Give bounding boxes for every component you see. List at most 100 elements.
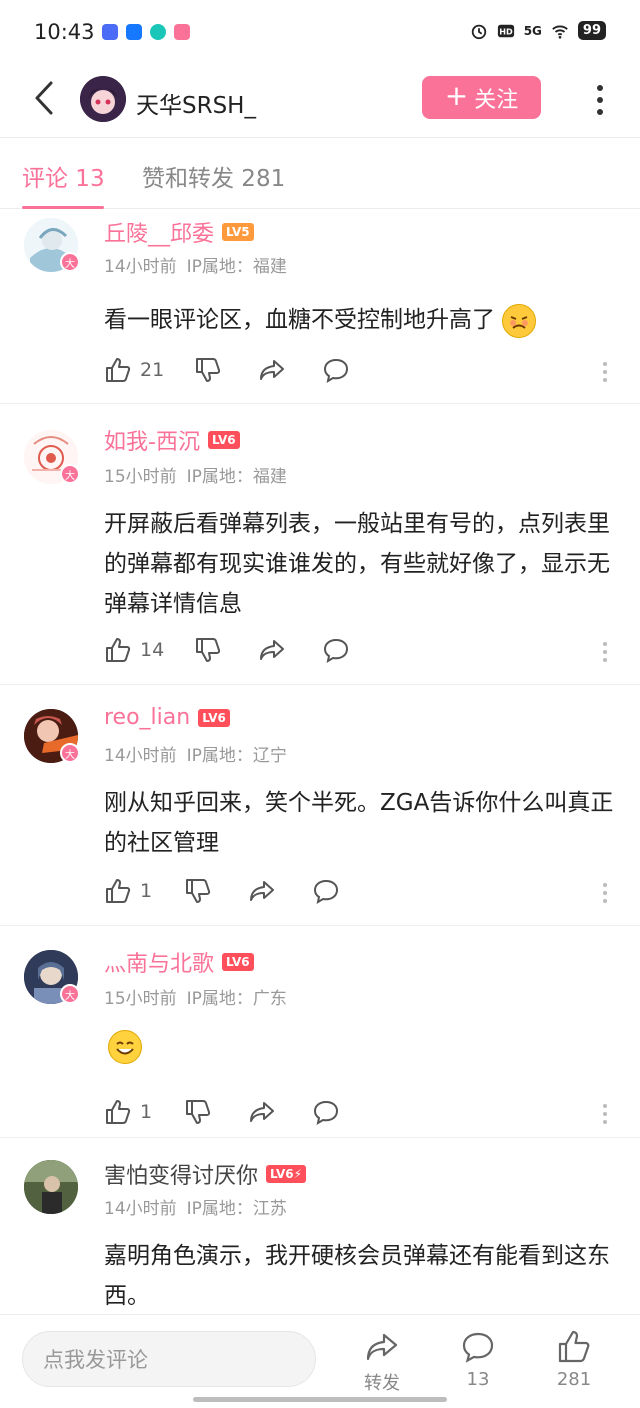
like-button[interactable]: 14 [104, 636, 194, 664]
comment-ip: IP属地：辽宁 [186, 746, 287, 766]
comment-ip: IP属地：福建 [186, 467, 287, 487]
username[interactable]: reo_lian LV6 [104, 705, 230, 730]
comment-input[interactable]: 点我发评论 [22, 1331, 316, 1387]
comment-more-button[interactable] [600, 358, 610, 386]
username[interactable]: 害怕变得讨厌你 LV6⚡ [104, 1158, 307, 1190]
comment-actions: 1 [104, 1098, 352, 1126]
comment-item: 大 灬南与北歌 LV6 15小时前 IP属地：广东 1 [0, 926, 640, 1138]
username[interactable]: 如我-西沉 LV6 [104, 424, 240, 456]
dislike-button[interactable] [184, 1098, 248, 1126]
comment-time: 15小时前 [104, 467, 177, 487]
like-button[interactable]: 1 [104, 1098, 184, 1126]
dislike-button[interactable] [184, 877, 248, 905]
share-button[interactable] [248, 1098, 312, 1126]
vip-badge: 大 [60, 743, 80, 763]
hd-icon: HD [497, 24, 514, 37]
comment-text: 嘉明角色演示，我开硬核会员弹幕还有能看到这东西。 [104, 1243, 610, 1309]
username-text: 灬南与北歌 [104, 952, 215, 977]
tab-likes-reposts[interactable]: 赞和转发 281 [142, 159, 285, 193]
comment-ip: IP属地：福建 [186, 257, 287, 277]
vip-badge: 大 [60, 984, 80, 1004]
comment-meta: 15小时前 IP属地：福建 [104, 462, 297, 487]
comment-more-button[interactable] [600, 1100, 610, 1128]
share-button[interactable] [248, 877, 312, 905]
follow-button[interactable]: + 关注 [422, 76, 541, 119]
svg-text:HD: HD [499, 26, 513, 36]
comment-item: 害怕变得讨厌你 LV6⚡ 14小时前 IP属地：江苏 嘉明角色演示，我开硬核会员弹… [0, 1138, 640, 1314]
active-tab-indicator [22, 206, 104, 209]
reply-button[interactable] [312, 1098, 352, 1126]
share-icon [250, 1102, 274, 1122]
chevron-left-icon [35, 81, 53, 115]
wifi-icon [552, 25, 568, 39]
angry-face-emoji-icon [502, 303, 537, 338]
tab-bar: 评论 13 赞和转发 281 [0, 139, 640, 209]
reply-button[interactable] [312, 877, 352, 905]
plus-icon: + [444, 79, 469, 112]
comment-bubble-icon [313, 1100, 339, 1126]
like-count: 1 [140, 880, 153, 902]
comment-time: 14小时前 [104, 1199, 177, 1219]
comment-meta: 14小时前 IP属地：福建 [104, 252, 297, 277]
vip-badge: 大 [60, 252, 80, 272]
app-notification-icon [102, 24, 118, 40]
comment-bubble-icon [323, 358, 349, 384]
follow-label: 关注 [474, 87, 519, 113]
like-count: 281 [556, 1369, 592, 1390]
comment-more-button[interactable] [600, 879, 610, 907]
author-name[interactable]: 天华SRSH_ [136, 86, 256, 120]
reply-button[interactable] [322, 636, 362, 664]
like-post-button[interactable]: 281 [544, 1329, 604, 1390]
alarm-icon [471, 24, 486, 39]
share-icon [250, 881, 274, 901]
header: 天华SRSH_ + 关注 [0, 66, 640, 138]
thumbs-down-icon [186, 879, 211, 903]
comment-text-content: 看一眼评论区，血糖不受控制地升高了 [104, 307, 495, 333]
author-avatar[interactable] [80, 76, 126, 122]
like-count: 21 [140, 359, 165, 381]
comment-item: 大 丘陵__邱委 LV5 14小时前 IP属地：福建 看一眼评论区，血糖不受控制地… [0, 210, 640, 404]
comment-text: 刚从知乎回来，笑个半死。ZGA告诉你什么叫真正的社区管理 [104, 790, 614, 856]
comment-meta: 15小时前 IP属地：广东 [104, 984, 297, 1009]
username-text: 如我-西沉 [104, 430, 200, 455]
username-text: 害怕变得讨厌你 [104, 1164, 259, 1189]
status-bar: 10:43 HD 5G 99 [0, 0, 640, 66]
like-button[interactable]: 1 [104, 877, 184, 905]
share-button[interactable] [258, 636, 322, 664]
reply-button[interactable] [322, 356, 362, 384]
like-button[interactable]: 21 [104, 356, 194, 384]
comment-ip: IP属地：广东 [186, 989, 287, 1009]
vip-badge: 大 [60, 464, 80, 484]
thumbs-up-icon [106, 638, 131, 662]
comment-text: 开屏蔽后看弹幕列表，一般站里有号的，点列表里的弹幕都有现实谁谁发的，有些就好像了… [104, 511, 610, 617]
bottom-action-bar: 点我发评论 转发 13 281 [0, 1314, 640, 1408]
comment-time: 15小时前 [104, 989, 177, 1009]
comment-list[interactable]: 大 丘陵__邱委 LV5 14小时前 IP属地：福建 看一眼评论区，血糖不受控制地… [0, 210, 640, 1314]
thumbs-up-icon [106, 879, 131, 903]
status-time: 10:43 [34, 20, 95, 44]
thumbs-down-icon [186, 1100, 211, 1124]
thumbs-up-icon [558, 1330, 590, 1363]
dislike-button[interactable] [194, 356, 258, 384]
comment-text: 看一眼评论区，血糖不受控制地升高了 [104, 300, 620, 340]
comment-meta: 14小时前 IP属地：江苏 [104, 1194, 297, 1219]
more-options-button[interactable] [590, 80, 610, 120]
share-icon [260, 640, 284, 660]
comment-meta: 14小时前 IP属地：辽宁 [104, 741, 297, 766]
comment-actions: 14 [104, 636, 362, 664]
tab-comments[interactable]: 评论 13 [22, 159, 105, 193]
back-button[interactable] [24, 78, 64, 118]
share-button[interactable] [258, 356, 322, 384]
comment-time: 14小时前 [104, 257, 177, 277]
username[interactable]: 丘陵__邱委 LV5 [104, 216, 254, 248]
comments-button[interactable]: 13 [448, 1329, 508, 1390]
username[interactable]: 灬南与北歌 LV6 [104, 946, 254, 978]
repost-button[interactable]: 转发 [352, 1329, 412, 1395]
comment-ip: IP属地：江苏 [186, 1199, 287, 1219]
dislike-button[interactable] [194, 636, 258, 664]
thumbs-up-icon [106, 358, 131, 382]
avatar[interactable] [24, 1160, 78, 1214]
comment-more-button[interactable] [600, 638, 610, 666]
level-badge: LV5 [222, 223, 254, 241]
level-badge: LV6 [222, 953, 254, 971]
